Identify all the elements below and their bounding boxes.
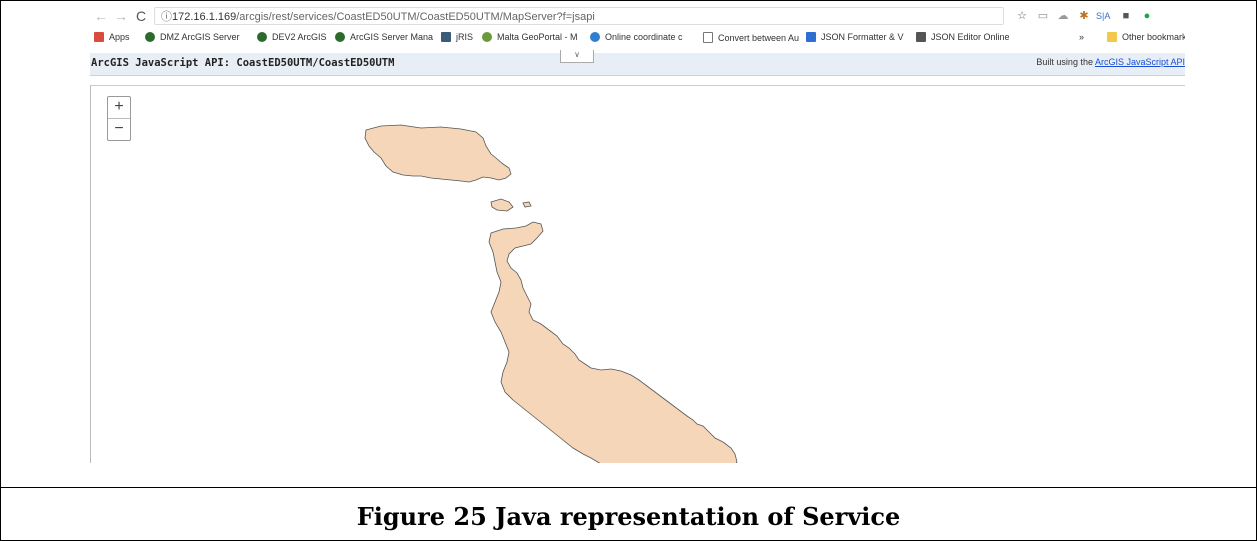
browser-screenshot: ← → C ⓘ172.16.1.169/arcgis/rest/services… [90,5,1185,463]
comino-island[interactable] [490,198,514,212]
forward-icon[interactable]: → [114,8,128,24]
bookmark-dev2-arcgis[interactable]: DEV2 ArcGIS [257,32,327,42]
cloud-icon[interactable]: ☁ [1056,9,1070,23]
globe-icon [335,32,345,42]
checkbox-icon [806,32,816,42]
back-icon[interactable]: ← [94,8,108,24]
zoom-out-button[interactable]: − [108,119,130,140]
page-icon [703,32,713,43]
square-icon[interactable]: ■ [1119,9,1133,23]
other-bookmarks[interactable]: Other bookmark [1107,32,1185,42]
star-icon[interactable]: ☆ [1015,9,1029,23]
braces-icon [916,32,926,42]
bookmark-json-formatter[interactable]: JSON Formatter & V [806,32,904,42]
folder-icon [1107,32,1117,42]
globe-icon [257,32,267,42]
zoom-control: + − [107,96,131,141]
zoom-in-button[interactable]: + [108,97,130,119]
address-bar[interactable]: ⓘ172.16.1.169/arcgis/rest/services/Coast… [154,7,1004,25]
bookmark-malta-geoportal[interactable]: Malta GeoPortal - M [482,32,578,42]
grammarly-icon[interactable]: ● [1140,9,1154,23]
api-header: ∨ ArcGIS JavaScript API: CoastED50UTM/Co… [90,50,1185,76]
cominotto-islet[interactable] [522,201,532,208]
gozo-island[interactable] [364,124,512,183]
apps-grid-icon [94,32,104,42]
reload-icon[interactable]: C [136,8,146,24]
image-icon [441,32,451,42]
sa-icon[interactable]: S|A [1096,9,1110,23]
extension-icon[interactable]: ▭ [1036,9,1050,23]
globe-icon [145,32,155,42]
figure-caption: Figure 25 Java representation of Service [356,502,901,531]
puzzle-icon[interactable]: ✱ [1077,9,1091,23]
browser-toolbar: ← → C ⓘ172.16.1.169/arcgis/rest/services… [90,5,1185,29]
page-title: ArcGIS JavaScript API: CoastED50UTM/Coas… [91,57,395,69]
map-view[interactable]: + − [90,85,1185,463]
bookmark-convert-between[interactable]: Convert between Au [703,32,799,43]
address-host: 172.16.1.169 [172,11,237,23]
address-path: /arcgis/rest/services/CoastED50UTM/Coast… [236,11,595,23]
bookmark-json-editor[interactable]: JSON Editor Online [916,32,1010,42]
bookmark-dmz-arcgis[interactable]: DMZ ArcGIS Server [145,32,240,42]
built-using-text: Built using the ArcGIS JavaScript API [1036,57,1185,67]
bookmark-jris[interactable]: jRIS [441,32,473,42]
info-icon: ⓘ [161,11,172,23]
chevron-down-icon[interactable]: ∨ [560,50,594,63]
figure-divider [0,487,1257,488]
bookmarks-bar: Apps DMZ ArcGIS Server DEV2 ArcGIS ArcGI… [90,29,1185,47]
map-pin-icon [590,32,600,42]
geoportal-icon [482,32,492,42]
bookmark-arcgis-server-manager[interactable]: ArcGIS Server Mana [335,32,433,42]
malta-island[interactable] [488,221,738,463]
bookmark-apps[interactable]: Apps [94,32,130,42]
arcgis-api-link[interactable]: ArcGIS JavaScript API [1095,57,1185,67]
bookmark-online-coordinate[interactable]: Online coordinate c [590,32,683,42]
map-canvas[interactable] [91,86,1185,463]
bookmarks-overflow[interactable]: » [1079,32,1084,42]
